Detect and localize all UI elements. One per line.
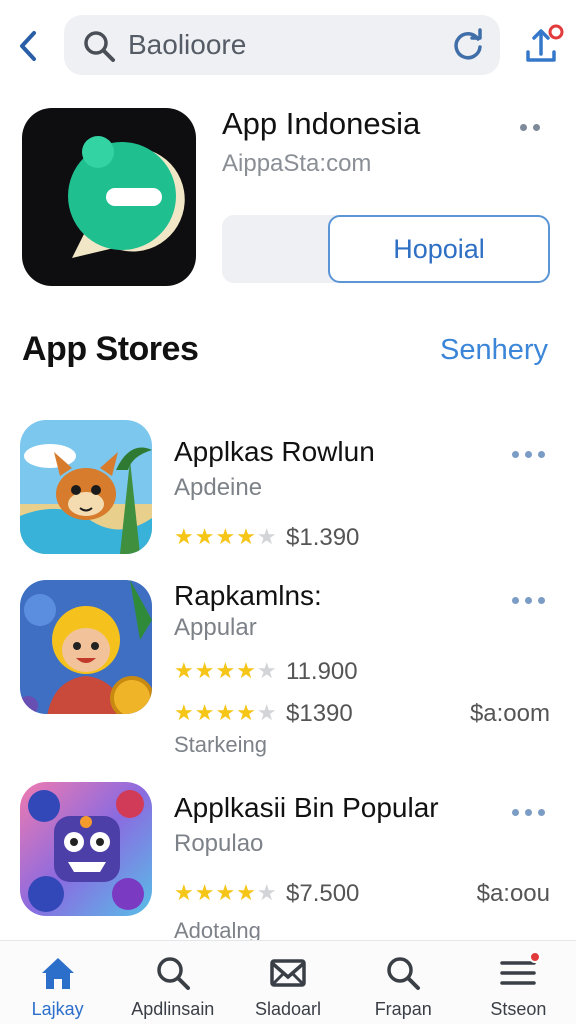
more-options-icon[interactable] — [512, 806, 548, 818]
more-options-icon[interactable] — [520, 112, 550, 142]
more-options-icon[interactable] — [512, 594, 548, 606]
search-icon — [84, 31, 115, 62]
item-title: Applkasii Bin Popular — [174, 792, 439, 823]
search-icon — [157, 957, 190, 990]
nav-label: Lajkay — [31, 999, 84, 1019]
star-rating: ★★★★★ — [174, 658, 278, 683]
notification-badge — [528, 951, 541, 963]
item-subtitle: Appular — [174, 614, 257, 641]
item-extra: Starkeing — [174, 732, 267, 757]
item-subtitle: Apdeine — [174, 474, 263, 501]
chevron-left-icon — [20, 31, 36, 61]
nav-item-messages[interactable]: Sladoarl — [230, 941, 345, 1024]
star-rating: ★★★★★ — [174, 880, 278, 905]
more-options-icon[interactable] — [512, 448, 548, 460]
item-price: $1390 — [286, 700, 353, 727]
app-thumbnail[interactable] — [20, 420, 152, 554]
item-right-price: $a:oom — [469, 700, 550, 727]
item-right-price: $a:oou — [476, 880, 550, 907]
app-icon[interactable] — [22, 108, 196, 286]
mail-icon — [270, 959, 306, 987]
item-title: Applkas Rowlun — [174, 436, 375, 467]
item-price: $7.500 — [286, 880, 360, 907]
nav-label: Frapan — [374, 999, 432, 1019]
app-title: App Indonesia — [222, 106, 421, 141]
top-bar: Baolioore — [0, 0, 576, 92]
segmented-control: Hopoial — [222, 215, 550, 283]
search-query[interactable]: Baolioore — [128, 29, 246, 61]
nav-item-apps[interactable]: Apdlinsain — [115, 941, 230, 1024]
nav-label: Apdlinsain — [131, 999, 215, 1019]
app-thumbnail[interactable] — [20, 580, 152, 714]
star-rating: ★★★★★ — [174, 700, 278, 725]
share-icon[interactable] — [520, 22, 566, 68]
item-title: Rapkamlns: — [174, 580, 322, 611]
list-item[interactable]: Rapkamlns: Appular ★★★★★ 11.900 ★★★★★ $1… — [0, 578, 576, 768]
star-rating: ★★★★★ — [174, 524, 278, 549]
nav-label: Sladoarl — [254, 999, 322, 1019]
refresh-icon[interactable] — [450, 27, 486, 63]
nav-item-search[interactable]: Frapan — [346, 941, 461, 1024]
back-button[interactable] — [12, 28, 44, 64]
item-price: 11.900 — [286, 658, 358, 685]
app-subtitle: AippaSta:com — [222, 150, 372, 177]
item-price: $1.390 — [286, 524, 360, 551]
search-bar[interactable]: Baolioore — [64, 15, 500, 75]
primary-button[interactable]: Hopoial — [328, 215, 550, 283]
nav-item-home[interactable]: Lajkay — [0, 941, 115, 1024]
app-thumbnail[interactable] — [20, 782, 152, 916]
chat-bubble-icon — [68, 136, 185, 258]
nav-item-menu[interactable]: Stseon — [461, 941, 576, 1024]
search-icon — [387, 957, 421, 990]
section-title: App Stores — [22, 330, 199, 368]
list-item[interactable]: Applkasii Bin Popular Ropulao ★★★★★ $7.5… — [0, 782, 576, 943]
bottom-nav: Lajkay Apdlinsain Sladoarl Frapan Stseon — [0, 940, 576, 1024]
nav-label: Stseon — [490, 999, 547, 1019]
item-subtitle: Ropulao — [174, 830, 264, 857]
list-item[interactable]: Applkas Rowlun Apdeine ★★★★★ $1.390 — [0, 420, 576, 560]
home-icon — [41, 958, 74, 989]
section-see-all-link[interactable]: Senhery — [440, 334, 548, 367]
